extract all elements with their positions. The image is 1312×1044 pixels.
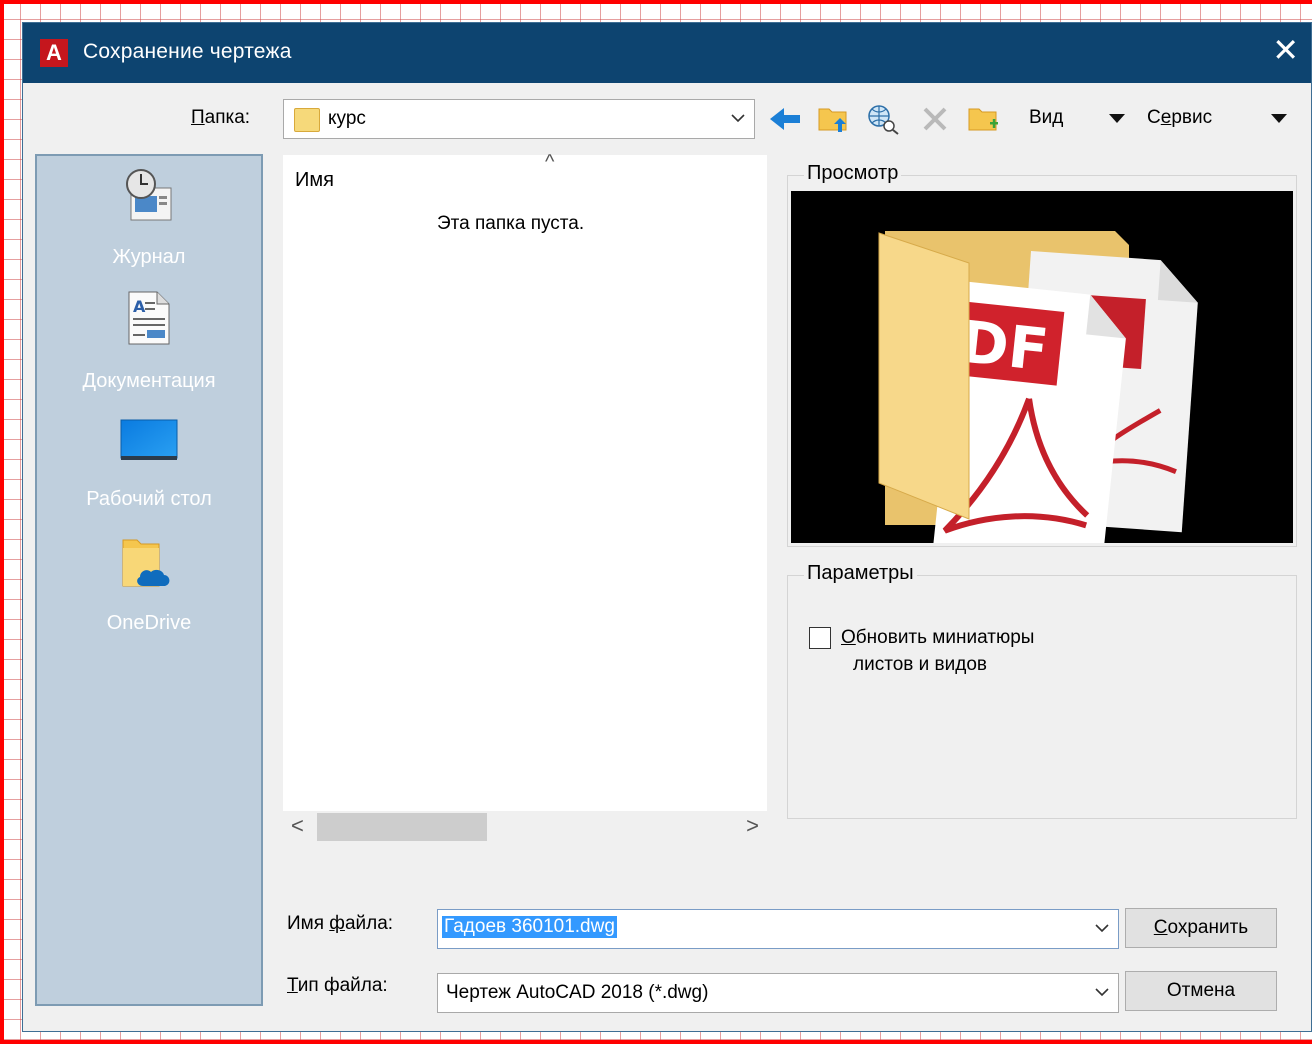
column-header-name[interactable]: Имя <box>295 169 334 192</box>
save-drawing-dialog: A Сохранение чертежа ✕ Папка: курс Вид С… <box>22 22 1312 1032</box>
place-label: Журнал <box>112 246 186 268</box>
update-thumbnails-checkbox[interactable] <box>809 627 831 649</box>
history-icon <box>121 166 177 230</box>
file-list[interactable]: ^ Имя Эта папка пуста. < > <box>283 151 767 845</box>
cancel-button[interactable]: Отмена <box>1125 971 1277 1011</box>
chevron-down-icon[interactable] <box>730 108 746 133</box>
filetype-value: Чертеж AutoCAD 2018 (*.dwg) <box>446 982 709 1003</box>
svg-text:A: A <box>133 297 146 316</box>
place-label: Документация <box>82 370 216 392</box>
view-menu[interactable]: Вид <box>1029 107 1063 129</box>
new-folder-icon[interactable] <box>963 101 1003 137</box>
chevron-down-icon[interactable] <box>1094 982 1110 1007</box>
folder-combo[interactable]: курс <box>283 99 755 139</box>
scrollbar-thumb[interactable] <box>317 813 487 841</box>
filename-history-dropdown-icon[interactable] <box>1094 918 1110 943</box>
service-menu[interactable]: Сервис <box>1147 107 1212 129</box>
up-folder-icon[interactable] <box>813 101 853 137</box>
options-title: Параметры <box>804 562 917 585</box>
window-title: Сохранение чертежа <box>83 40 292 63</box>
delete-icon[interactable] <box>915 101 955 137</box>
close-button[interactable]: ✕ <box>1272 32 1299 68</box>
onedrive-icon <box>121 532 177 590</box>
filetype-combo[interactable]: Чертеж AutoCAD 2018 (*.dwg) <box>437 973 1119 1013</box>
filetype-label: Тип файла: <box>287 975 388 996</box>
place-label: Рабочий стол <box>86 488 212 510</box>
scroll-left-icon[interactable]: < <box>291 813 304 839</box>
search-web-icon[interactable] <box>863 101 903 137</box>
folder-label: Папка: <box>191 107 251 128</box>
options-group: Параметры <box>787 562 1297 819</box>
back-arrow-icon[interactable] <box>765 101 805 137</box>
horizontal-scrollbar[interactable]: < > <box>283 811 767 845</box>
documents-icon: A <box>127 290 171 346</box>
filename-label: Имя файла: <box>287 913 394 934</box>
desktop-icon <box>119 418 179 462</box>
place-history[interactable]: Журнал <box>37 166 261 269</box>
place-onedrive[interactable]: OneDrive <box>37 532 261 635</box>
autocad-logo-icon: A <box>40 39 68 67</box>
place-desktop[interactable]: Рабочий стол <box>37 418 261 511</box>
update-thumbnails-label-line2: листов и видов <box>853 654 987 675</box>
title-bar: A Сохранение чертежа ✕ <box>23 23 1311 83</box>
place-label: OneDrive <box>106 612 192 634</box>
preview-title: Просмотр <box>804 162 902 185</box>
places-bar: Журнал A Документация Рабочий стол OneDr… <box>35 154 263 1006</box>
empty-folder-message: Эта папка пуста. <box>437 213 585 234</box>
pdf-text: DF <box>957 307 1051 384</box>
filename-value: Гадоев 360101.dwg <box>442 916 617 938</box>
filename-input[interactable]: Гадоев 360101.dwg <box>437 909 1119 949</box>
service-dropdown-arrow-icon[interactable] <box>1267 101 1291 137</box>
sort-ascending-icon: ^ <box>545 151 555 173</box>
folder-icon <box>294 108 320 132</box>
save-button[interactable]: Сохранить <box>1125 908 1277 948</box>
place-documents[interactable]: A Документация <box>37 290 261 393</box>
update-thumbnails-label[interactable]: Обновить миниатюры <box>841 627 1034 649</box>
scroll-right-icon[interactable]: > <box>746 813 759 839</box>
view-dropdown-arrow-icon[interactable] <box>1105 101 1129 137</box>
folder-value: курс <box>328 108 366 129</box>
preview-image: DF <box>791 191 1293 543</box>
